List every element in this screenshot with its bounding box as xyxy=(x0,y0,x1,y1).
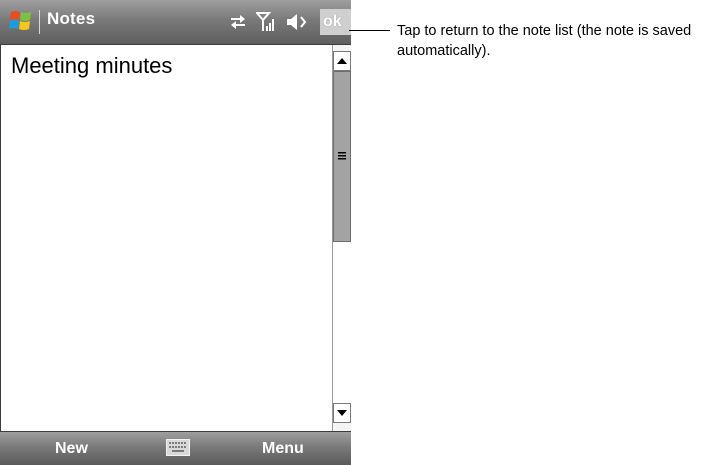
triangle-down-icon xyxy=(337,410,347,416)
keyboard-icon[interactable] xyxy=(166,439,190,456)
title-separator xyxy=(39,10,40,34)
speaker-icon[interactable] xyxy=(285,10,309,34)
note-editor[interactable]: Meeting minutes xyxy=(0,45,333,431)
connectivity-arrows-icon[interactable] xyxy=(227,10,249,34)
menu-bar: New Menu xyxy=(0,431,351,465)
scroll-thumb[interactable] xyxy=(333,71,351,242)
windows-flag-icon[interactable] xyxy=(9,8,33,34)
device-screen: Notes ok Meeting minutes New Menu xyxy=(0,0,351,465)
signal-strength-icon[interactable] xyxy=(256,10,276,34)
callout-text: Tap to return to the note list (the note… xyxy=(397,23,692,59)
scroll-track[interactable] xyxy=(333,242,351,407)
new-softkey[interactable]: New xyxy=(55,440,88,458)
grip-lines-icon xyxy=(338,152,346,160)
scroll-down-button[interactable] xyxy=(333,403,351,423)
app-title: Notes xyxy=(47,9,96,28)
note-text[interactable]: Meeting minutes xyxy=(11,53,172,79)
ok-button[interactable]: ok xyxy=(320,9,351,35)
callout-leader-line xyxy=(349,30,390,31)
vertical-scrollbar[interactable] xyxy=(332,45,351,431)
triangle-up-icon xyxy=(337,58,347,64)
title-bar: Notes ok xyxy=(0,0,351,45)
scroll-up-button[interactable] xyxy=(333,51,351,71)
menu-softkey[interactable]: Menu xyxy=(262,440,304,458)
